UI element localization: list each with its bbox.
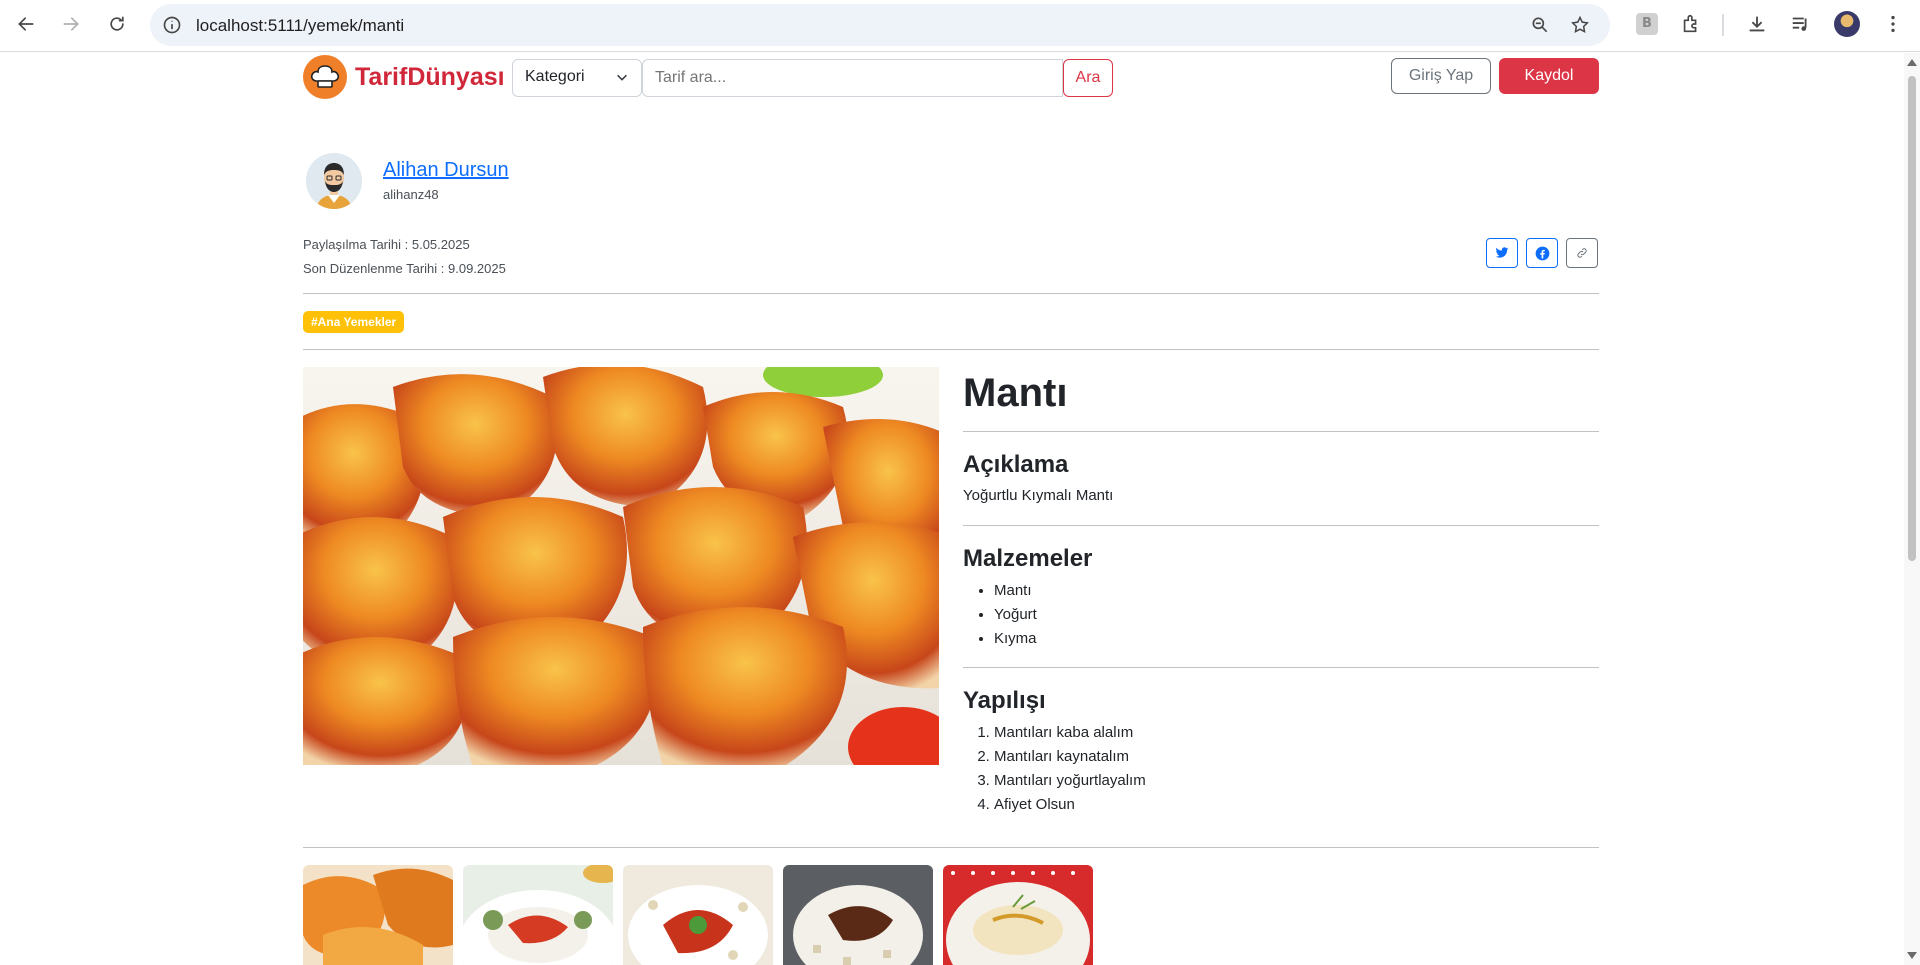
shared-date: Paylaşılma Tarihi : 5.05.2025 (303, 237, 470, 252)
ingredient-item: Mantı (994, 579, 1037, 603)
recipe-description: Yoğurtlu Kıymalı Mantı (963, 487, 1114, 504)
chef-hat-logo-icon (303, 55, 347, 99)
browser-toolbar: localhost:5111/yemek/manti B (0, 0, 1920, 52)
scroll-down-arrow-icon[interactable] (1907, 952, 1917, 959)
edited-date: Son Düzenlenme Tarihi : 9.09.2025 (303, 261, 506, 276)
category-label: Kategori (525, 68, 585, 85)
step-item: Mantıları kaba alalım (994, 721, 1146, 745)
signup-button[interactable]: Kaydol (1499, 58, 1599, 94)
url-text[interactable]: localhost:5111/yemek/manti (196, 16, 404, 36)
brand-link[interactable]: TarifDünyası (303, 55, 505, 99)
author-username: alihanz48 (383, 187, 439, 202)
ingredients-heading: Malzemeler (963, 545, 1093, 572)
divider (303, 847, 1599, 848)
back-button[interactable] (8, 6, 44, 42)
divider (963, 525, 1599, 526)
arrow-left-icon (18, 17, 34, 31)
gallery-thumbnail[interactable] (783, 865, 933, 965)
recipe-dates: Paylaşılma Tarihi : 5.05.2025 Son Düzenl… (303, 233, 506, 281)
media-queue-icon[interactable] (1790, 13, 1812, 35)
extensions-puzzle-icon[interactable] (1680, 13, 1702, 35)
address-bar[interactable]: localhost:5111/yemek/manti (150, 4, 1610, 46)
arrow-right-icon (63, 17, 79, 31)
share-twitter-button[interactable] (1486, 238, 1518, 268)
description-heading: Açıklama (963, 451, 1069, 478)
brand-name: TarifDünyası (355, 62, 505, 91)
zoom-icon[interactable] (1530, 15, 1550, 35)
login-button[interactable]: Giriş Yap (1391, 58, 1491, 94)
ingredient-item: Yoğurt (994, 603, 1037, 627)
share-facebook-button[interactable] (1526, 238, 1558, 268)
copy-link-button[interactable] (1566, 238, 1598, 268)
divider (303, 293, 1599, 294)
recipe-hero-image (303, 367, 939, 765)
gallery-thumbnails (303, 865, 1093, 965)
step-item: Afiyet Olsun (994, 793, 1146, 817)
recipe-title: Mantı (963, 371, 1068, 415)
divider (963, 667, 1599, 668)
bookmark-star-icon[interactable] (1570, 15, 1590, 35)
menu-kebab-icon[interactable] (1882, 13, 1904, 35)
page-viewport: TarifDünyası Kategori Ara Giriş Yap Kayd… (0, 53, 1904, 965)
extension-b-icon[interactable]: B (1636, 13, 1658, 35)
gallery-thumbnail[interactable] (303, 865, 453, 965)
ingredients-list: Mantı Yoğurt Kıyma (994, 579, 1037, 651)
gallery-thumbnail[interactable] (463, 865, 613, 965)
search-button[interactable]: Ara (1063, 59, 1113, 97)
steps-heading: Yapılışı (963, 687, 1046, 714)
reload-icon (110, 16, 124, 31)
reload-button[interactable] (99, 6, 135, 42)
divider (303, 349, 1599, 350)
step-item: Mantıları yoğurtlayalım (994, 769, 1146, 793)
page-scrollbar[interactable] (1904, 53, 1920, 965)
chevron-down-icon (617, 74, 627, 81)
avatar[interactable] (306, 153, 362, 209)
scroll-up-arrow-icon[interactable] (1907, 59, 1917, 66)
twitter-icon (1495, 247, 1509, 258)
author-name-link[interactable]: Alihan Dursun (383, 159, 509, 182)
category-tag-badge[interactable]: #Ana Yemekler (303, 311, 405, 333)
category-dropdown[interactable]: Kategori (512, 59, 642, 97)
site-info-icon[interactable] (162, 15, 182, 35)
step-item: Mantıları kaynatalım (994, 745, 1146, 769)
gallery-thumbnail[interactable] (943, 865, 1093, 965)
content-container: TarifDünyası Kategori Ara Giriş Yap Kayd… (303, 53, 1599, 965)
profile-avatar[interactable] (1834, 11, 1860, 37)
divider (963, 431, 1599, 432)
search-input[interactable] (642, 59, 1063, 97)
link-icon (1577, 248, 1587, 258)
facebook-icon (1535, 246, 1549, 260)
forward-button[interactable] (53, 6, 89, 42)
toolbar-divider (1722, 14, 1724, 36)
download-icon[interactable] (1746, 13, 1768, 35)
gallery-thumbnail[interactable] (623, 865, 773, 965)
scrollbar-thumb[interactable] (1908, 76, 1916, 561)
steps-list: Mantıları kaba alalım Mantıları kaynatal… (994, 721, 1146, 817)
site-navbar: TarifDünyası Kategori Ara Giriş Yap Kayd… (303, 53, 1599, 101)
ingredient-item: Kıyma (994, 627, 1037, 651)
